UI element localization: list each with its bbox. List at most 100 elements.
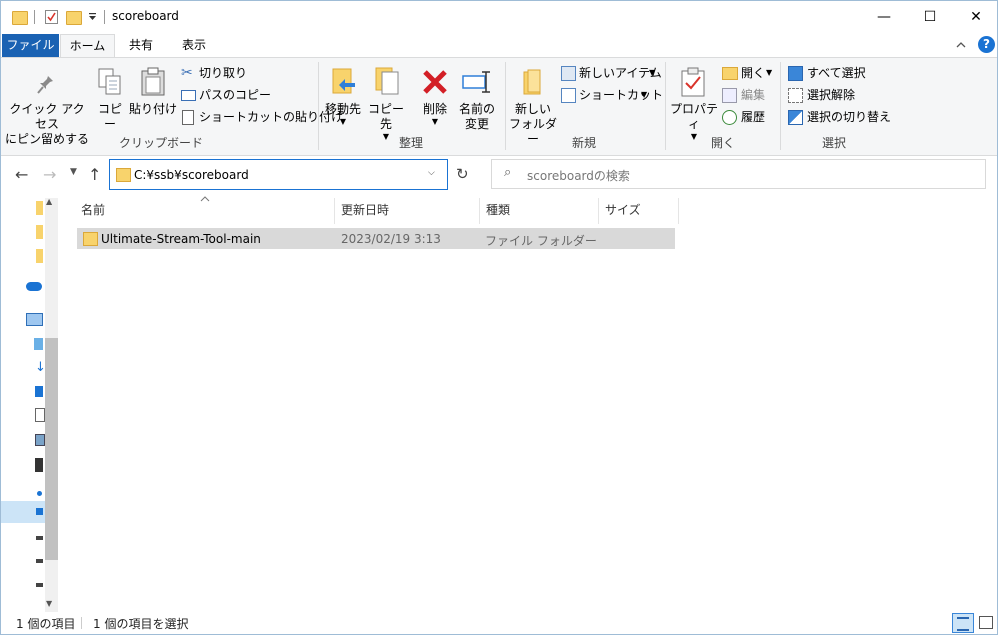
details-view-button[interactable]: [952, 613, 974, 633]
music-icon[interactable]: [37, 491, 42, 496]
column-header-type[interactable]: 種類: [486, 202, 510, 224]
status-divider: [81, 617, 82, 629]
rename-button[interactable]: 名前の 変更: [456, 102, 498, 132]
folder-icon: [12, 11, 28, 25]
new-folder-label-line1: 新しい: [514, 102, 551, 116]
group-divider: [318, 62, 319, 150]
column-header-name[interactable]: 名前: [81, 202, 105, 224]
tab-file[interactable]: ファイル: [2, 34, 59, 57]
move-to-dropdown-icon: ▼: [339, 117, 347, 126]
recent-locations-button[interactable]: ▼: [70, 167, 77, 177]
scroll-up-icon[interactable]: ▲: [46, 197, 52, 206]
new-folder-label-line2: フォルダー: [508, 117, 557, 146]
minimize-button[interactable]: —: [861, 1, 907, 33]
copy-icon: [98, 68, 121, 95]
quick-access-folder-icon[interactable]: [36, 225, 43, 239]
collapse-ribbon-icon[interactable]: [956, 41, 966, 49]
invert-selection-icon: [788, 110, 803, 125]
move-to-button[interactable]: 移動先 ▼: [322, 102, 364, 127]
edit-icon: [722, 88, 737, 103]
address-path[interactable]: C:¥ssb¥scoreboard: [134, 168, 249, 182]
maximize-button[interactable]: ☐: [907, 1, 953, 33]
pictures-icon[interactable]: [35, 434, 45, 446]
3d-objects-icon[interactable]: [34, 338, 43, 350]
column-divider[interactable]: [598, 198, 599, 224]
large-icons-view-button[interactable]: [976, 613, 996, 631]
status-item-count: 1 個の項目: [16, 617, 76, 631]
tab-share[interactable]: 共有: [116, 34, 166, 57]
pin-quick-access-button[interactable]: クイック アクセス にピン留めする: [5, 102, 89, 147]
desktop-icon[interactable]: [35, 386, 43, 397]
search-box[interactable]: ⌕ scoreboardの検索: [491, 159, 986, 189]
open-group-label: 開く: [710, 136, 735, 150]
new-folder-icon: [523, 69, 541, 95]
history-icon: [722, 110, 737, 125]
customize-qat-icon[interactable]: [88, 12, 97, 22]
group-divider: [665, 62, 666, 150]
tab-view[interactable]: 表示: [168, 34, 220, 57]
drive-icon[interactable]: [36, 559, 43, 563]
qat-divider: [34, 10, 35, 24]
refresh-button[interactable]: ↻: [456, 165, 469, 183]
paste-icon: [141, 67, 165, 96]
rename-label-line2: 変更: [464, 117, 489, 131]
properties-quick-icon[interactable]: [45, 10, 58, 24]
select-all-icon: [788, 66, 803, 81]
status-selected-count: 1 個の項目を選択: [93, 617, 189, 631]
delete-label: 削除: [422, 102, 447, 116]
move-to-icon: [332, 68, 355, 94]
search-input[interactable]: scoreboardの検索: [527, 167, 630, 184]
scissors-icon: ✂: [181, 65, 193, 81]
move-to-label: 移動先: [324, 102, 361, 116]
quick-access-folder-icon[interactable]: [36, 201, 43, 215]
up-button[interactable]: ↑: [88, 165, 101, 184]
delete-dropdown-icon: ▼: [431, 117, 439, 126]
this-pc-icon[interactable]: [26, 313, 43, 326]
documents-icon[interactable]: [35, 408, 45, 422]
rename-icon: [462, 71, 490, 93]
table-row[interactable]: Ultimate-Stream-Tool-main 2023/02/19 3:1…: [77, 228, 675, 249]
onedrive-icon[interactable]: [26, 282, 42, 291]
sort-ascending-icon: [200, 196, 210, 202]
column-divider[interactable]: [678, 198, 679, 224]
back-button[interactable]: ←: [15, 165, 28, 184]
address-dropdown-icon[interactable]: ⌵: [428, 168, 435, 178]
edit-label: 編集: [741, 88, 766, 102]
new-item-icon: [561, 66, 576, 81]
copy-button[interactable]: コピー: [93, 102, 127, 132]
close-button[interactable]: ✕: [953, 1, 997, 33]
select-group-label: 選択: [821, 136, 846, 150]
nav-scrollbar-thumb[interactable]: [45, 338, 58, 560]
delete-icon: [423, 70, 447, 94]
drive-icon[interactable]: [36, 536, 43, 540]
scroll-down-icon[interactable]: ▼: [46, 599, 52, 608]
properties-icon: [681, 67, 705, 97]
properties-label: プロパティ: [669, 102, 718, 131]
title-divider: [104, 10, 105, 24]
copy-path-label: パスのコピー: [199, 88, 272, 102]
delete-button[interactable]: 削除 ▼: [417, 102, 453, 127]
quick-access-folder-icon[interactable]: [36, 249, 43, 263]
column-header-size[interactable]: サイズ: [605, 202, 641, 224]
help-icon[interactable]: ?: [978, 36, 995, 53]
select-none-label: 選択解除: [807, 88, 856, 102]
new-folder-quick-icon[interactable]: [66, 11, 82, 25]
folder-icon: [116, 168, 131, 182]
new-folder-button[interactable]: 新しい フォルダー: [508, 102, 558, 147]
select-all-label: すべて選択: [807, 66, 866, 80]
file-modified: 2023/02/19 3:13: [341, 232, 441, 246]
file-name: Ultimate-Stream-Tool-main: [101, 232, 261, 246]
details-view-icon: [957, 617, 969, 631]
forward-button[interactable]: →: [43, 165, 56, 184]
videos-icon[interactable]: [35, 458, 43, 472]
column-header-modified[interactable]: 更新日時: [341, 202, 389, 224]
file-type: ファイル フォルダー: [485, 234, 597, 248]
address-bar[interactable]: C:¥ssb¥scoreboard ⌵: [109, 159, 448, 190]
tab-home[interactable]: ホーム: [60, 34, 115, 58]
column-divider[interactable]: [479, 198, 480, 224]
paste-button[interactable]: 貼り付け: [129, 102, 177, 117]
column-divider[interactable]: [334, 198, 335, 224]
group-divider: [780, 62, 781, 150]
drive-icon[interactable]: [36, 583, 43, 587]
organize-group-label: 整理: [398, 136, 423, 150]
